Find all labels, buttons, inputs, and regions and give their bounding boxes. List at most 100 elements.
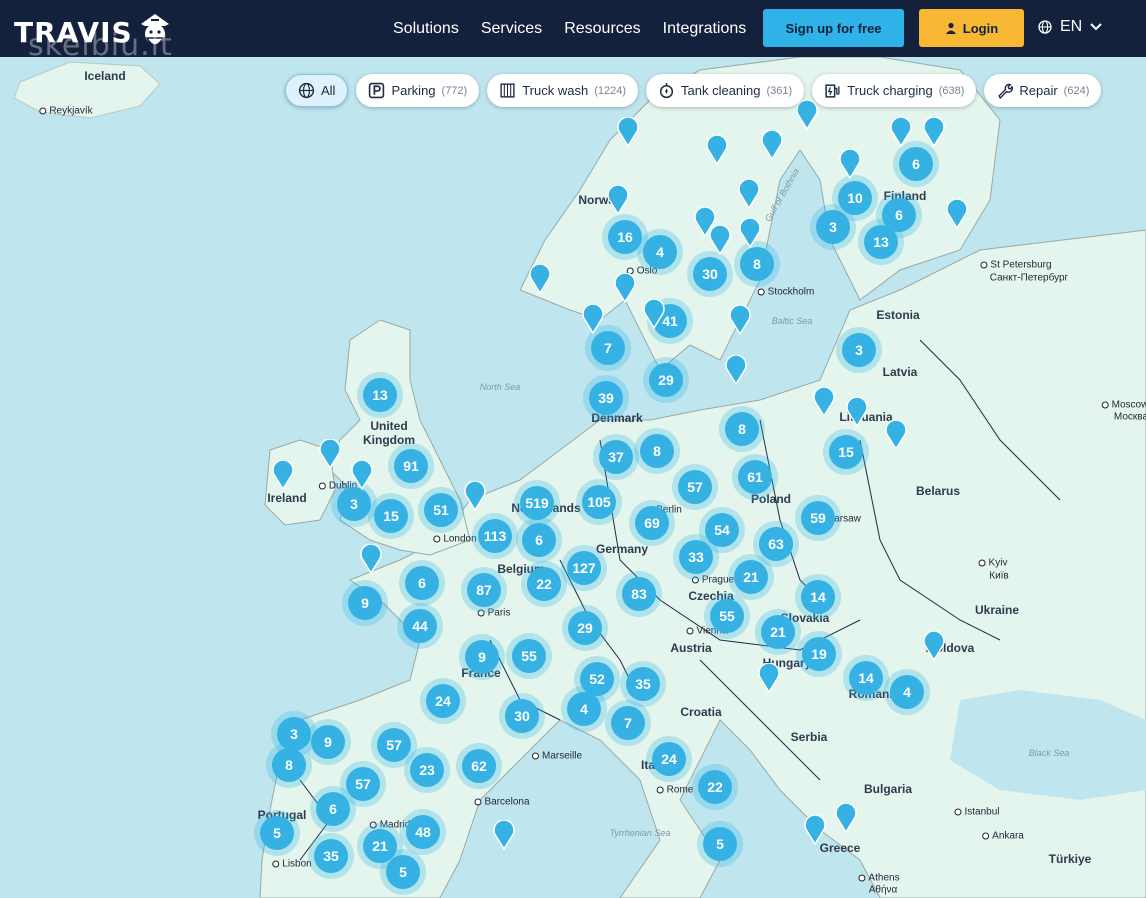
location-pin-icon[interactable] [804, 815, 826, 845]
map-cluster[interactable]: 3 [836, 327, 882, 373]
location-pin-icon[interactable] [464, 481, 486, 511]
map-cluster[interactable]: 15 [368, 493, 414, 539]
map-cluster[interactable]: 55 [506, 633, 552, 679]
map-cluster[interactable]: 24 [420, 678, 466, 724]
location-pin-icon[interactable] [835, 803, 857, 833]
location-pin-icon[interactable] [614, 273, 636, 303]
map-cluster[interactable]: 48 [400, 809, 446, 855]
nav-solutions[interactable]: Solutions [393, 20, 459, 38]
location-pin-icon[interactable] [846, 397, 868, 427]
map-cluster[interactable]: 14 [795, 574, 841, 620]
map-cluster[interactable]: 6 [893, 141, 939, 187]
map-cluster[interactable]: 44 [397, 603, 443, 649]
location-pin-icon[interactable] [813, 387, 835, 417]
location-pin-icon[interactable] [923, 631, 945, 661]
location-pin-icon[interactable] [890, 117, 912, 147]
map-cluster[interactable]: 9 [342, 580, 388, 626]
filter-chip-truck-charging[interactable]: Truck charging (638) [812, 74, 977, 107]
map-cluster[interactable]: 9 [305, 719, 351, 765]
map-cluster[interactable]: 29 [562, 605, 608, 651]
location-pin-icon[interactable] [319, 439, 341, 469]
map-cluster[interactable]: 4 [637, 229, 683, 275]
map-cluster[interactable]: 33 [673, 534, 719, 580]
filter-chip-tank-cleaning[interactable]: Tank cleaning (361) [646, 74, 805, 107]
map-cluster[interactable]: 83 [616, 571, 662, 617]
location-pin-icon[interactable] [739, 218, 761, 248]
map-cluster[interactable]: 19 [796, 631, 842, 677]
filter-chip-truck-wash[interactable]: Truck wash (1224) [487, 74, 638, 107]
language-selector[interactable]: EN [1038, 18, 1102, 36]
filter-chip-all[interactable]: All [285, 74, 349, 107]
map-cluster[interactable]: 55 [704, 593, 750, 639]
location-pin-icon[interactable] [706, 135, 728, 165]
nav-services[interactable]: Services [481, 20, 542, 38]
location-pin-icon[interactable] [738, 179, 760, 209]
map-cluster[interactable]: 105 [576, 479, 622, 525]
map-cluster[interactable]: 13 [858, 219, 904, 265]
map-cluster[interactable]: 62 [456, 743, 502, 789]
map-cluster[interactable]: 69 [629, 500, 675, 546]
map-cluster[interactable]: 8 [719, 406, 765, 452]
map-cluster[interactable]: 61 [732, 454, 778, 500]
location-pin-icon[interactable] [839, 149, 861, 179]
map-cluster[interactable]: 15 [823, 429, 869, 475]
map-cluster[interactable]: 5 [254, 810, 300, 856]
map-cluster[interactable]: 4 [884, 669, 930, 715]
map-cluster[interactable]: 21 [755, 609, 801, 655]
signup-button[interactable]: Sign up for free [763, 9, 904, 47]
map-cluster[interactable]: 29 [643, 357, 689, 403]
location-pin-icon[interactable] [351, 460, 373, 490]
map-cluster[interactable]: 37 [593, 434, 639, 480]
nav-integrations[interactable]: Integrations [663, 20, 747, 38]
filter-chip-repair[interactable]: Repair (624) [984, 74, 1102, 107]
location-pin-icon[interactable] [607, 185, 629, 215]
map-cluster[interactable]: 39 [583, 375, 629, 421]
map-cluster[interactable]: 30 [499, 693, 545, 739]
location-pin-icon[interactable] [761, 130, 783, 160]
location-pin-icon[interactable] [885, 420, 907, 450]
location-pin-icon[interactable] [923, 117, 945, 147]
map-cluster[interactable]: 3 [810, 204, 856, 250]
map-cluster[interactable]: 8 [266, 742, 312, 788]
map-cluster[interactable]: 59 [795, 495, 841, 541]
location-pin-icon[interactable] [946, 199, 968, 229]
map-canvas[interactable]: Iceland Norway Finland Estonia Latvia Li… [0, 57, 1146, 898]
filter-chip-parking[interactable]: Parking (772) [356, 74, 480, 107]
location-pin-icon[interactable] [725, 355, 747, 385]
location-pin-icon[interactable] [272, 460, 294, 490]
map-cluster[interactable]: 9 [459, 634, 505, 680]
map-cluster[interactable]: 23 [404, 747, 450, 793]
nav-resources[interactable]: Resources [564, 20, 640, 38]
map-cluster[interactable]: 91 [388, 443, 434, 489]
map-cluster[interactable]: 6 [516, 517, 562, 563]
map-cluster[interactable]: 24 [646, 736, 692, 782]
map-cluster[interactable]: 127 [561, 545, 607, 591]
map-cluster[interactable]: 8 [634, 428, 680, 474]
location-pin-icon[interactable] [729, 305, 751, 335]
map-cluster[interactable]: 22 [692, 764, 738, 810]
map-cluster[interactable]: 35 [308, 833, 354, 879]
map-cluster[interactable]: 113 [472, 513, 518, 559]
map-cluster[interactable]: 13 [357, 372, 403, 418]
map-cluster[interactable]: 6 [399, 560, 445, 606]
location-pin-icon[interactable] [529, 264, 551, 294]
map-cluster[interactable]: 30 [687, 251, 733, 297]
map-cluster[interactable]: 7 [605, 700, 651, 746]
map-cluster[interactable]: 5 [697, 821, 743, 867]
location-pin-icon[interactable] [709, 225, 731, 255]
map-cluster[interactable]: 21 [728, 554, 774, 600]
location-pin-icon[interactable] [617, 117, 639, 147]
map-cluster[interactable]: 14 [843, 655, 889, 701]
login-button[interactable]: Login [919, 9, 1024, 47]
map-cluster[interactable]: 87 [461, 567, 507, 613]
location-pin-icon[interactable] [582, 304, 604, 334]
map-cluster[interactable]: 4 [561, 686, 607, 732]
location-pin-icon[interactable] [758, 663, 780, 693]
map-cluster[interactable]: 5 [380, 849, 426, 895]
map-cluster[interactable]: 6 [310, 786, 356, 832]
location-pin-icon[interactable] [360, 544, 382, 574]
map-cluster[interactable]: 57 [672, 464, 718, 510]
map-cluster[interactable]: 51 [418, 487, 464, 533]
location-pin-icon[interactable] [643, 299, 665, 329]
location-pin-icon[interactable] [493, 820, 515, 850]
